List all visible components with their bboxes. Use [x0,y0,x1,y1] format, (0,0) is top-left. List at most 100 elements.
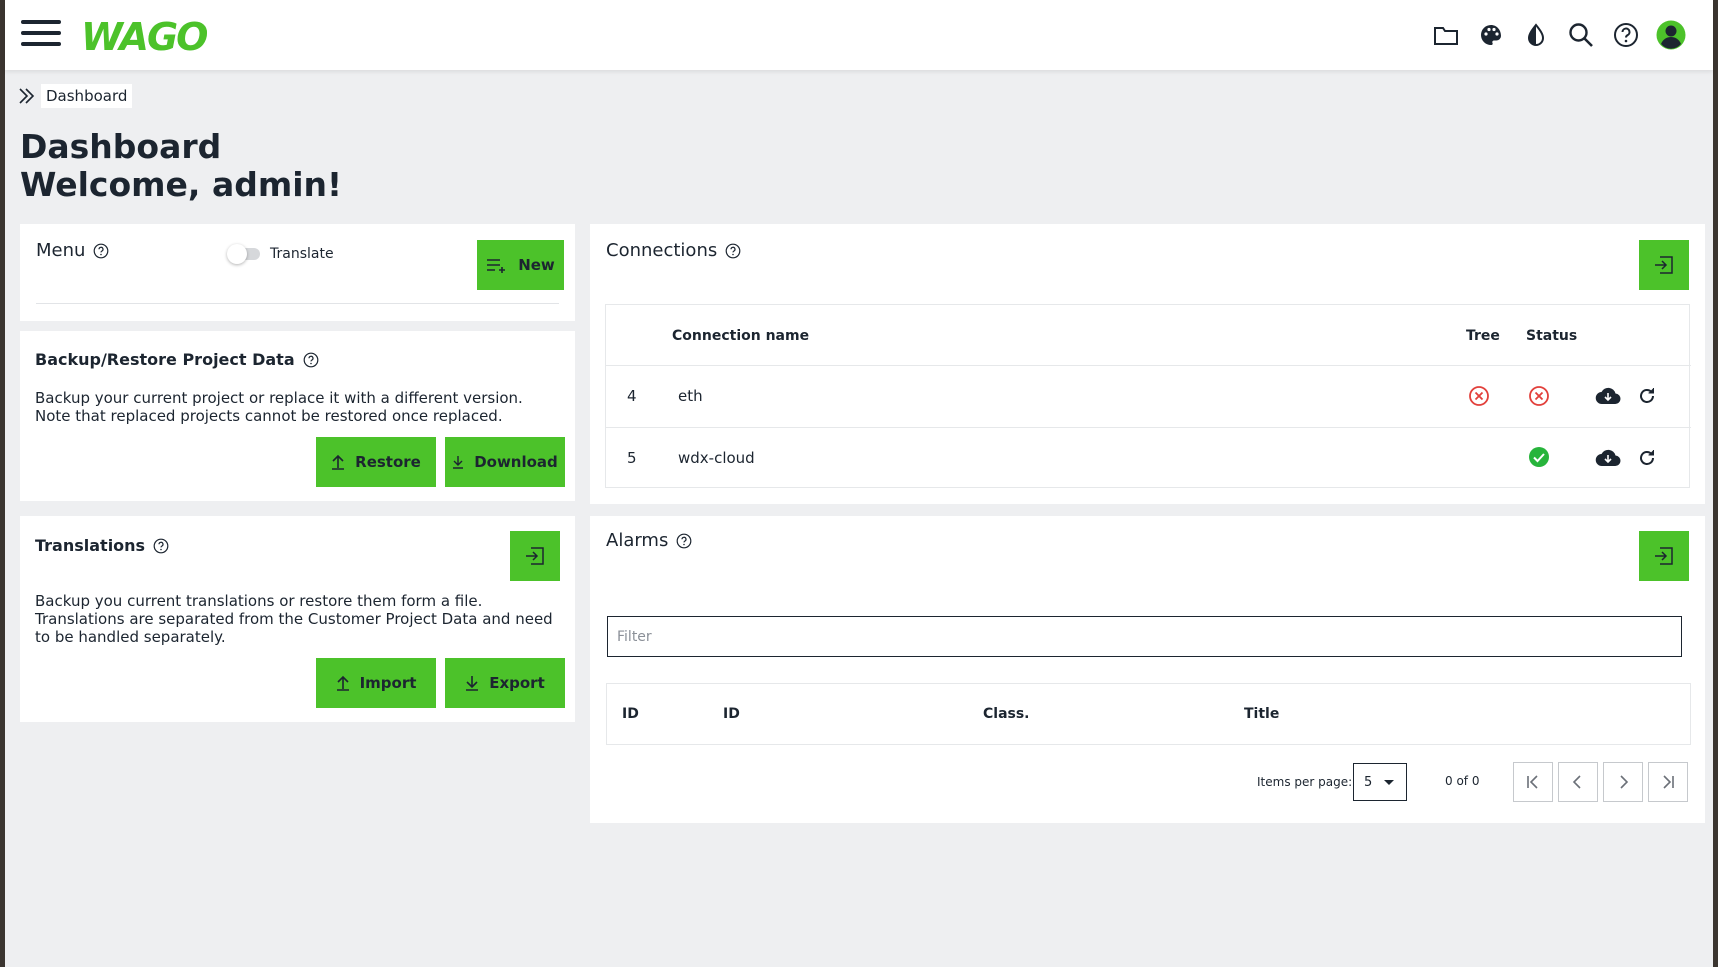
next-page-button[interactable] [1603,762,1643,802]
menu-card: Menu Translate New [20,224,575,321]
breadcrumb-item-dashboard[interactable]: Dashboard [41,84,133,108]
translations-description: Backup you current translations or resto… [35,592,553,646]
alarms-table: ID ID Class. Title [606,683,1691,745]
playlist-add-icon [487,259,506,273]
alarms-card-title: Alarms [606,530,692,551]
alarms-open-button[interactable] [1639,531,1689,581]
restore-button[interactable]: Restore [316,437,436,487]
connections-card-title-text: Connections [606,240,718,261]
refresh-icon[interactable] [1637,448,1657,468]
translations-card: Translations Backup you current translat… [20,516,575,722]
column-header-status[interactable]: Status [1526,328,1577,344]
alarms-card-title-text: Alarms [606,530,669,551]
help-icon[interactable] [303,352,319,368]
refresh-icon[interactable] [1637,386,1657,406]
items-per-page-value: 5 [1364,774,1373,790]
svg-text:WAGO: WAGO [81,15,207,58]
dropdown-caret-icon [1384,780,1394,785]
connections-open-button[interactable] [1639,240,1689,290]
menu-card-title: Menu [36,240,109,261]
page-title-line1: Dashboard [20,127,222,166]
import-button[interactable]: Import [316,658,436,708]
connection-name: wdx-cloud [678,449,755,467]
download-button-label: Download [474,453,558,471]
double-chevron-right-icon[interactable] [17,86,37,106]
app-root: WAGO Dashboard Dashboard Welcome, admin!… [5,0,1713,967]
window-edge-right [1713,0,1718,967]
page-title: Dashboard Welcome, admin! [20,128,342,204]
cloud-download-icon[interactable] [1595,448,1621,468]
header-icon-bar [1423,17,1693,53]
chevron-right-icon [1620,775,1629,789]
backup-restore-card: Backup/Restore Project Data Backup your … [20,331,575,501]
connections-table: Connection name Tree Status 4 eth 5 wdx-… [605,304,1691,489]
column-header-id[interactable]: ID [622,706,639,722]
menu-divider [36,303,559,304]
previous-page-button[interactable] [1558,762,1598,802]
connection-name: eth [678,387,703,405]
export-button[interactable]: Export [445,658,565,708]
download-icon [466,676,479,691]
column-header-connection-name[interactable]: Connection name [672,328,809,344]
connections-card-title: Connections [606,240,741,261]
translations-card-title: Translations [35,536,169,555]
last-page-icon [1663,775,1674,789]
download-button[interactable]: Download [445,437,565,487]
help-icon[interactable] [153,538,169,554]
help-icon[interactable] [676,533,692,549]
help-icon[interactable] [93,243,109,259]
cloud-download-icon[interactable] [1595,386,1621,406]
table-row[interactable]: 4 eth [606,366,1691,427]
breadcrumb: Dashboard [17,84,133,108]
items-per-page-label: Items per page: [1257,775,1353,789]
connection-id: 4 [627,387,637,405]
translations-open-button[interactable] [510,531,560,581]
account-icon[interactable] [1648,17,1693,53]
column-header-tree[interactable]: Tree [1466,328,1500,344]
check-circle-icon [1529,447,1549,467]
new-menu-button[interactable]: New [477,240,564,290]
login-icon [1655,547,1673,565]
upload-icon [332,454,345,470]
wago-logo[interactable]: WAGO [79,12,207,58]
column-header-class[interactable]: Class. [983,706,1030,722]
top-header: WAGO [5,0,1713,70]
toggle-track[interactable] [227,244,260,264]
toggle-knob[interactable] [227,244,247,264]
connections-card: Connections Connection name Tree Status … [590,224,1705,504]
restore-button-label: Restore [355,453,421,471]
help-icon[interactable] [1603,17,1648,53]
table-row[interactable]: 5 wdx-cloud [606,428,1691,489]
translate-toggle-label: Translate [270,246,334,262]
export-button-label: Export [489,674,545,692]
translations-card-title-text: Translations [35,536,146,555]
folder-icon[interactable] [1423,17,1468,53]
import-button-label: Import [359,674,417,692]
page-title-line2: Welcome, admin! [20,165,343,204]
backup-card-title: Backup/Restore Project Data [35,350,319,369]
hamburger-menu-icon[interactable] [21,20,61,48]
login-icon [526,547,544,565]
pagination-range: 0 of 0 [1445,774,1480,788]
menu-card-title-text: Menu [36,240,86,261]
alarms-card: Alarms ID ID Class. Title Items per page… [590,516,1705,823]
palette-icon[interactable] [1468,17,1513,53]
first-page-button[interactable] [1513,762,1553,802]
login-icon [1655,256,1673,274]
first-page-icon [1527,775,1538,789]
last-page-button[interactable] [1648,762,1688,802]
help-icon[interactable] [725,243,741,259]
search-icon[interactable] [1558,17,1603,53]
chevron-left-icon [1572,775,1581,789]
contrast-icon[interactable] [1513,17,1558,53]
backup-description: Backup your current project or replace i… [35,389,523,425]
column-header-id-secondary[interactable]: ID [723,706,740,722]
column-header-title[interactable]: Title [1244,706,1279,722]
items-per-page-select[interactable]: 5 [1353,763,1407,801]
translate-toggle[interactable]: Translate [227,244,334,264]
error-circle-icon [1529,386,1549,406]
alarm-filter-input[interactable] [607,616,1682,657]
error-circle-icon [1469,386,1489,406]
new-button-label: New [518,256,555,274]
backup-card-title-text: Backup/Restore Project Data [35,350,295,369]
